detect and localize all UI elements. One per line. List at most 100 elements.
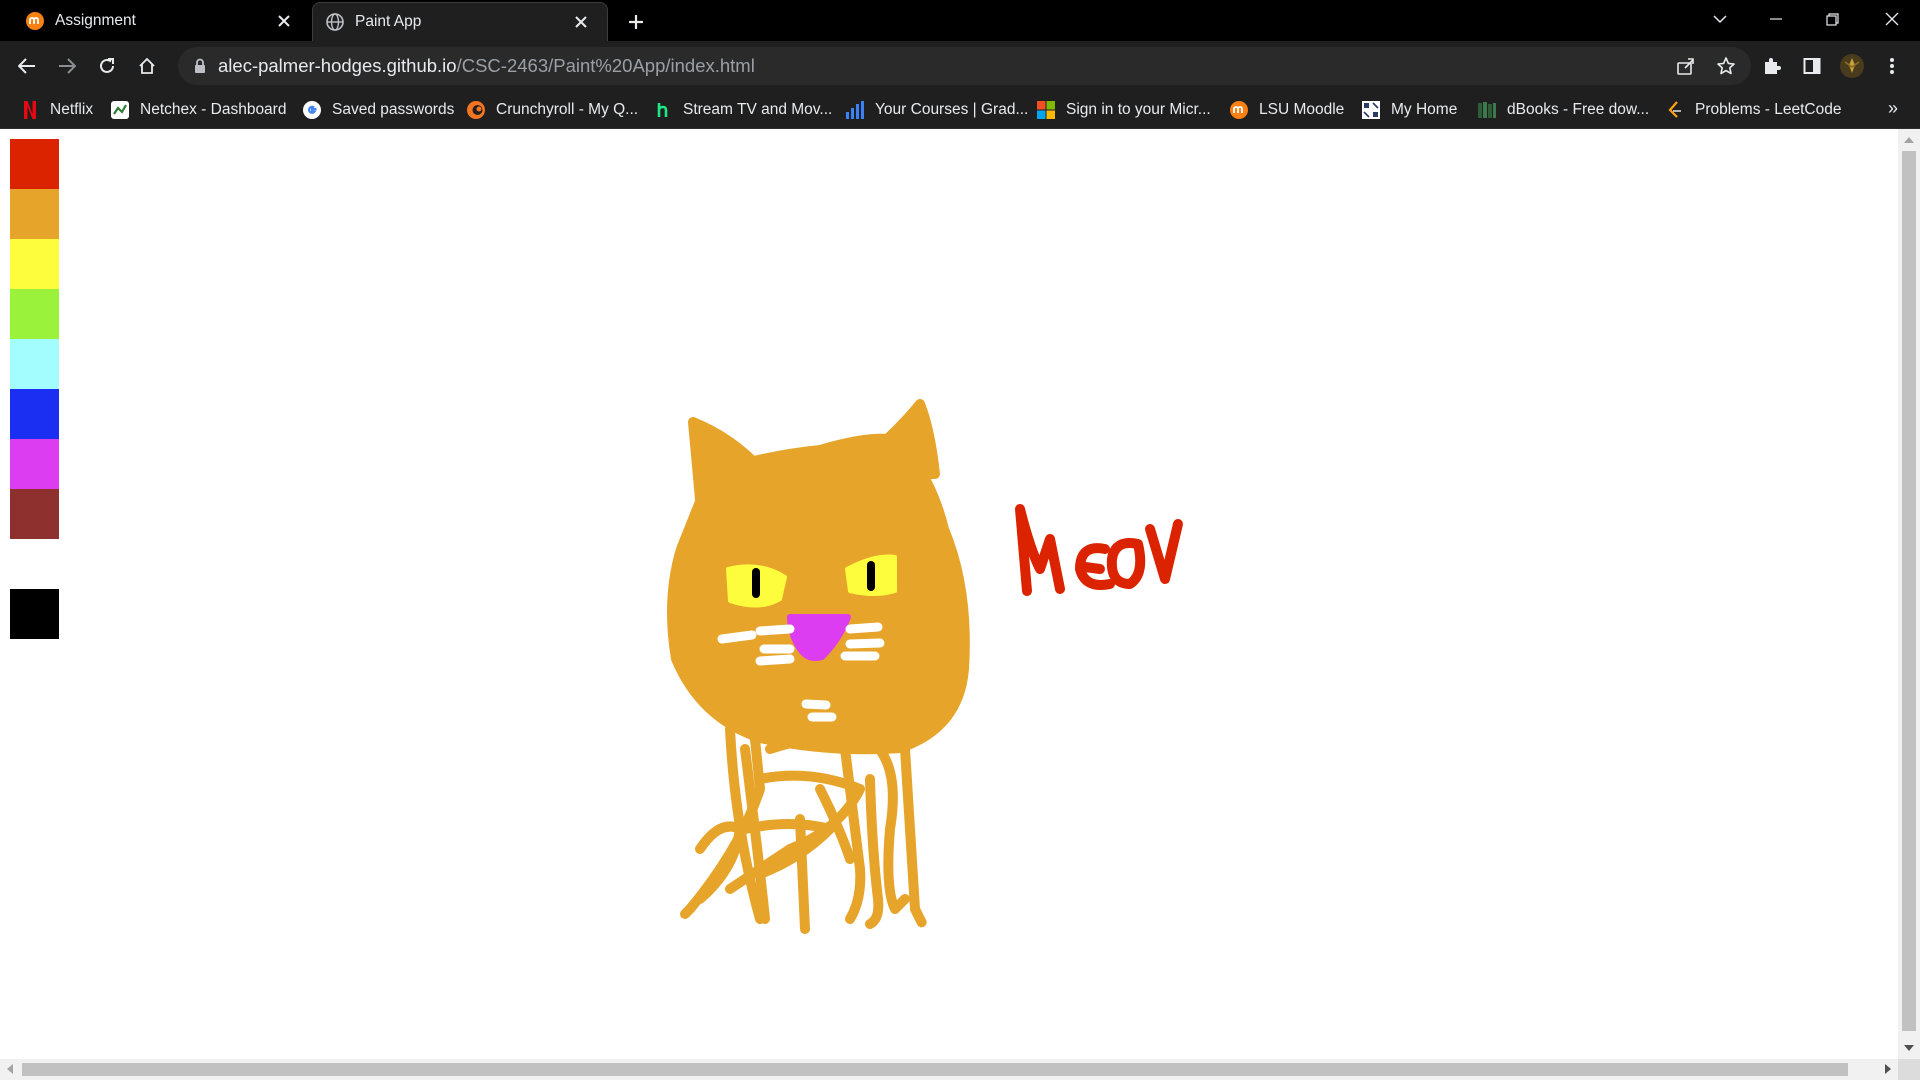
color-swatch-red[interactable] — [10, 139, 59, 189]
scrollbar-corner — [1898, 1059, 1920, 1080]
bookmark-label: Stream TV and Mov... — [683, 101, 833, 118]
scroll-up-icon[interactable] — [1904, 137, 1914, 143]
tab-search-button[interactable] — [1692, 0, 1748, 38]
tab-paint-app[interactable]: Paint App — [312, 2, 608, 41]
side-panel-icon — [1803, 58, 1821, 74]
bookmark-label: dBooks - Free dow... — [1507, 101, 1650, 118]
horizontal-scrollbar[interactable] — [0, 1059, 1898, 1080]
bookmark-star-icon[interactable] — [1714, 54, 1738, 78]
scroll-right-icon[interactable] — [1885, 1064, 1891, 1074]
color-swatch-brown[interactable] — [10, 489, 59, 539]
color-swatch-cyan[interactable] — [10, 339, 59, 389]
crunchyroll-icon — [466, 100, 486, 120]
moodle-icon — [25, 11, 45, 31]
restore-icon — [1825, 12, 1839, 26]
profile-button[interactable] — [1836, 50, 1868, 82]
bookmark-your-courses[interactable]: Your Courses | Grad... — [845, 91, 1028, 129]
home-button[interactable] — [131, 50, 163, 82]
bookmark-microsoft[interactable]: Sign in to your Micr... — [1036, 91, 1211, 129]
kebab-menu-icon — [1890, 58, 1894, 74]
color-swatch-white[interactable] — [10, 539, 59, 589]
hulu-icon — [653, 100, 673, 120]
close-icon — [1885, 12, 1899, 26]
bookmark-my-home[interactable]: My Home — [1361, 91, 1457, 129]
tab-strip: Assignment Paint App — [0, 0, 1920, 41]
globe-icon — [325, 12, 345, 32]
browser-toolbar: alec-palmer-hodges.github.io/CSC-2463/Pa… — [0, 41, 1920, 91]
vertical-scrollbar[interactable] — [1898, 129, 1920, 1059]
book-icon — [1477, 100, 1497, 120]
google-icon — [302, 100, 322, 120]
color-swatch-green[interactable] — [10, 289, 59, 339]
minimize-button[interactable] — [1748, 0, 1804, 38]
netchex-icon — [110, 100, 130, 120]
color-swatch-orange[interactable] — [10, 189, 59, 239]
scroll-down-icon[interactable] — [1904, 1045, 1914, 1051]
paint-canvas[interactable] — [0, 129, 1898, 1059]
bookmarks-bar: Netflix Netchex - Dashboard Saved passwo… — [0, 91, 1920, 129]
bookmark-hulu[interactable]: Stream TV and Mov... — [653, 91, 832, 129]
bookmark-label: Crunchyroll - My Q... — [496, 101, 639, 118]
microsoft-icon — [1036, 100, 1056, 120]
bookmark-saved-passwords[interactable]: Saved passwords — [302, 91, 454, 129]
close-tab-icon[interactable] — [569, 10, 593, 34]
bookmark-label: My Home — [1391, 101, 1458, 118]
home-grid-icon — [1361, 100, 1381, 120]
color-swatch-magenta[interactable] — [10, 439, 59, 489]
vertical-scroll-thumb[interactable] — [1902, 151, 1916, 1031]
plus-icon — [629, 15, 643, 29]
cat-legs — [680, 724, 927, 934]
puzzle-icon — [1765, 58, 1781, 74]
url-host: alec-palmer-hodges.github.io — [218, 55, 457, 76]
more-bookmarks-icon[interactable]: » — [1888, 98, 1898, 119]
bookmark-crunchyroll[interactable]: Crunchyroll - My Q... — [466, 91, 638, 129]
lock-icon[interactable] — [191, 57, 209, 75]
bookmark-dbooks[interactable]: dBooks - Free dow... — [1477, 91, 1649, 129]
color-palette — [10, 139, 59, 639]
bookmark-leetcode[interactable]: Problems - LeetCode — [1665, 91, 1841, 129]
moodle-icon — [1229, 100, 1249, 120]
meow-text — [1015, 504, 1183, 596]
side-panel-button[interactable] — [1796, 50, 1828, 82]
restore-button[interactable] — [1804, 0, 1860, 38]
address-bar[interactable]: alec-palmer-hodges.github.io/CSC-2463/Pa… — [178, 47, 1751, 85]
bar-chart-icon — [845, 100, 865, 120]
color-swatch-yellow[interactable] — [10, 239, 59, 289]
tab-assignment[interactable]: Assignment — [0, 0, 310, 41]
tab-title: Assignment — [55, 11, 136, 29]
bookmark-label: Problems - LeetCode — [1695, 101, 1842, 118]
color-swatch-black[interactable] — [10, 589, 59, 639]
bookmark-label: Netflix — [50, 101, 94, 118]
bookmark-label: LSU Moodle — [1259, 101, 1345, 118]
page-viewport — [0, 129, 1920, 1080]
cat-drawing — [667, 399, 1183, 934]
color-swatch-blue[interactable] — [10, 389, 59, 439]
close-window-button[interactable] — [1864, 0, 1920, 38]
arrow-left-icon — [18, 58, 35, 74]
netflix-icon — [20, 100, 40, 120]
scroll-left-icon[interactable] — [7, 1064, 13, 1074]
bookmark-label: Saved passwords — [332, 101, 455, 118]
back-button[interactable] — [11, 50, 43, 82]
close-tab-icon[interactable] — [272, 9, 296, 33]
bookmark-lsu-moodle[interactable]: LSU Moodle — [1229, 91, 1344, 129]
bookmark-label: Your Courses | Grad... — [875, 101, 1029, 118]
chevron-down-icon — [1713, 15, 1727, 24]
arrow-right-icon — [59, 58, 76, 74]
minimize-icon — [1770, 18, 1782, 20]
url-path: /CSC-2463/Paint%20App/index.html — [456, 55, 755, 76]
forward-button[interactable] — [51, 50, 83, 82]
bookmark-label: Sign in to your Micr... — [1066, 101, 1211, 118]
reload-icon — [100, 58, 114, 73]
avatar — [1840, 54, 1864, 78]
share-icon[interactable] — [1674, 54, 1698, 78]
bookmark-netchex[interactable]: Netchex - Dashboard — [110, 91, 286, 129]
tab-title: Paint App — [355, 13, 422, 30]
bookmark-netflix[interactable]: Netflix — [20, 91, 93, 129]
new-tab-button[interactable] — [622, 8, 650, 36]
extensions-button[interactable] — [1756, 50, 1788, 82]
menu-button[interactable] — [1876, 50, 1908, 82]
url-text[interactable]: alec-palmer-hodges.github.io/CSC-2463/Pa… — [218, 47, 755, 85]
reload-button[interactable] — [91, 50, 123, 82]
horizontal-scroll-thumb[interactable] — [22, 1063, 1848, 1076]
